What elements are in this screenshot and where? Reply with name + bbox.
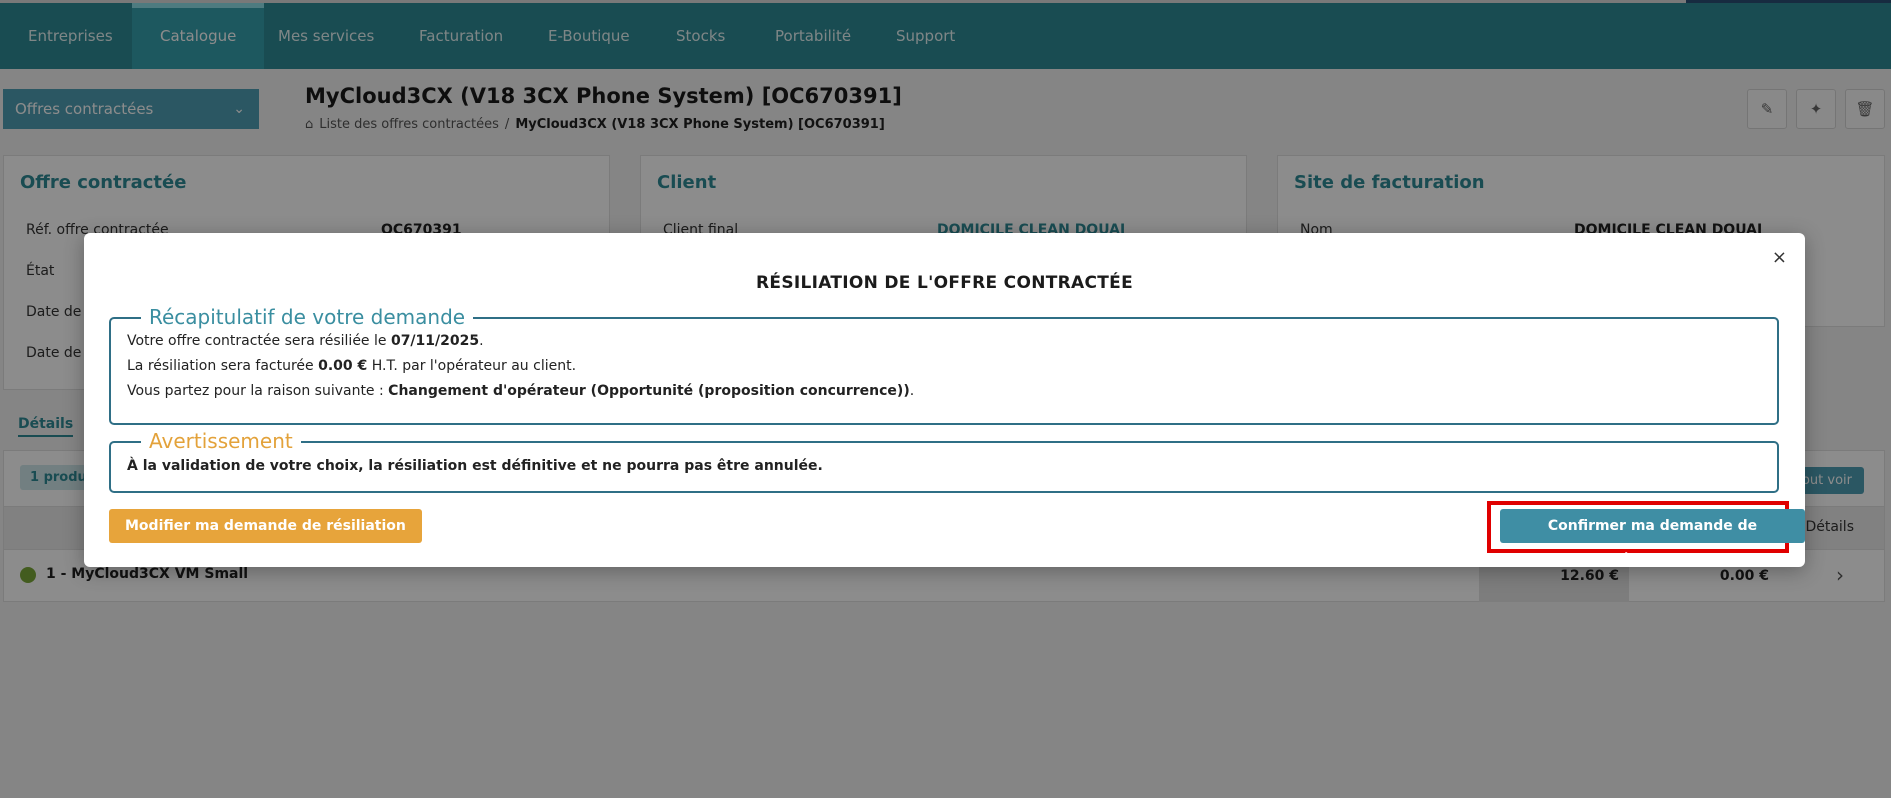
termination-modal: × RÉSILIATION DE L'OFFRE CONTRACTÉE Réca… [84, 233, 1805, 568]
recap-cost-suffix: H.T. par l'opérateur au client. [367, 358, 577, 374]
recap-date-prefix: Votre offre contractée sera résiliée le [127, 333, 391, 349]
recap-legend: Récapitulatif de votre demande [141, 305, 474, 329]
recap-line-reason: Vous partez pour la raison suivante : Ch… [127, 383, 914, 399]
recap-date-value: 07/11/2025 [390, 333, 480, 349]
recap-cost-prefix: La résiliation sera facturée [127, 358, 319, 374]
confirm-request-button[interactable]: Confirmer ma demande de résiliation [1500, 509, 1805, 568]
recap-date-suffix: . [479, 333, 484, 349]
recap-line-date: Votre offre contractée sera résiliée le … [127, 333, 484, 349]
modify-request-button[interactable]: Modifier ma demande de résiliation [109, 509, 422, 543]
recap-reason-prefix: Vous partez pour la raison suivante : [127, 383, 389, 399]
recap-reason-suffix: . [909, 383, 915, 399]
warning-legend: Avertissement [141, 429, 301, 453]
modal-title: RÉSILIATION DE L'OFFRE CONTRACTÉE [756, 273, 1133, 293]
recap-cost-amount: 0.00 € [318, 358, 368, 374]
warning-text: À la validation de votre choix, la résil… [127, 458, 823, 474]
recap-reason-value: Changement d'opérateur (Opportunité (pro… [388, 383, 910, 399]
close-icon[interactable]: × [1772, 247, 1787, 268]
recap-line-cost: La résiliation sera facturée 0.00 € H.T.… [127, 358, 576, 374]
recap-fieldset: Récapitulatif de votre demande Votre off… [109, 305, 1779, 425]
warning-fieldset: Avertissement À la validation de votre c… [109, 429, 1779, 493]
